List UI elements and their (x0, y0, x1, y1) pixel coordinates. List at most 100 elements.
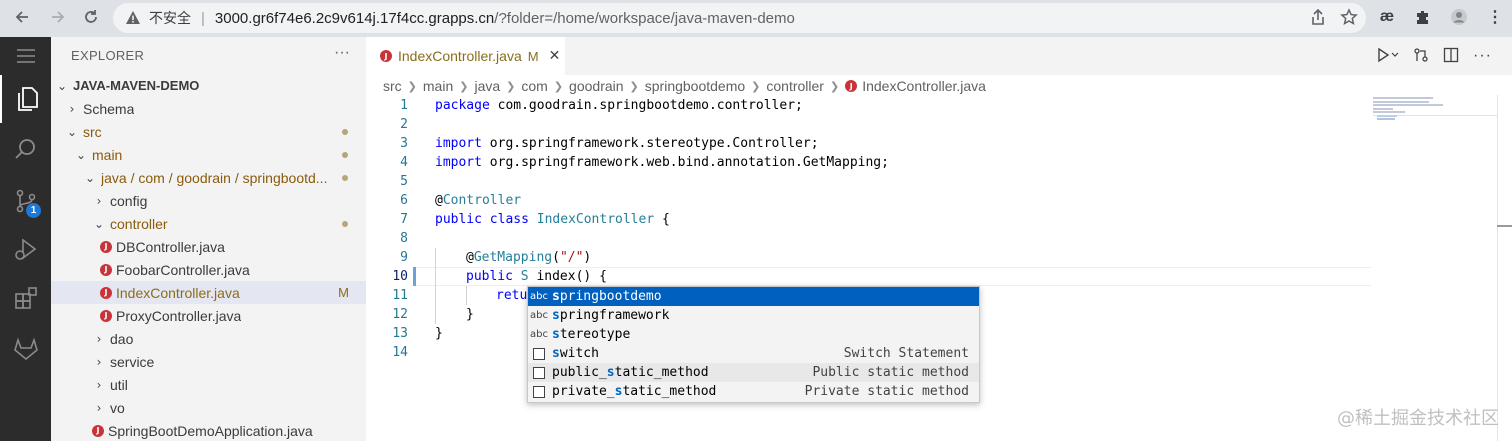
back-icon[interactable] (10, 5, 34, 29)
code-line: @Controller (435, 191, 521, 210)
line-number: 1 (400, 98, 408, 113)
address-bar[interactable]: 不安全 | 3000.gr6f74e6.2c9v614j.17f4cc.grap… (113, 3, 1366, 33)
snippet-icon (533, 347, 545, 360)
code-line: package com.goodrain.springbootdemo.cont… (435, 96, 803, 115)
keyword: retu (496, 288, 528, 303)
java-file-icon: J (380, 50, 392, 62)
chevron-down-icon: ⌄ (84, 170, 96, 185)
breadcrumb-item[interactable]: com (521, 78, 547, 94)
suggestion-item[interactable]: public_static_method Public static metho… (528, 363, 979, 382)
warning-icon[interactable] (123, 8, 143, 28)
tree-folder-main[interactable]: ⌄ main (51, 143, 366, 166)
breadcrumb-item[interactable]: goodrain (569, 78, 624, 94)
tree-label: JAVA-MAVEN-DEMO (73, 78, 200, 93)
more-actions-icon[interactable]: ··· (334, 44, 350, 62)
tree-root[interactable]: ⌄ JAVA-MAVEN-DEMO (51, 74, 366, 97)
url-host: 3000.gr6f74e6.2c9v614j.17f4cc.grapps.cn (214, 9, 495, 27)
breadcrumb-item[interactable]: main (423, 78, 453, 94)
text-word-icon: abc (530, 329, 548, 340)
modified-dot (342, 220, 348, 227)
activity-bar: 1 (0, 37, 51, 441)
tab-indexcontroller[interactable]: J IndexController.java M ✕ (366, 37, 565, 75)
breadcrumb-item[interactable]: controller (766, 78, 824, 94)
suggestion-detail: Private static method (804, 384, 969, 399)
tree-file-foobarcontroller[interactable]: J FoobarController.java (51, 258, 366, 281)
close-icon[interactable]: ✕ (549, 48, 561, 64)
extensions-icon[interactable] (0, 275, 51, 323)
minimap-line (1373, 97, 1433, 99)
tree-folder-controller[interactable]: ⌄ controller (51, 212, 366, 235)
breadcrumb-item[interactable]: IndexController.java (862, 78, 986, 94)
suggestion-item[interactable]: switch Switch Statement (528, 344, 979, 363)
tree-label: DBController.java (116, 238, 225, 255)
annotation: GetMapping (473, 250, 553, 265)
share-icon[interactable] (1310, 8, 1326, 30)
search-icon[interactable] (0, 125, 51, 173)
tree-label: java / com / goodrain / springbootd... (101, 169, 328, 186)
forward-icon[interactable] (46, 5, 70, 29)
modified-dot (342, 151, 348, 158)
tree-file-springbootdemoapplication[interactable]: J SpringBootDemoApplication.java (51, 419, 366, 442)
tree-folder-java-compact[interactable]: ⌄ java / com / goodrain / springbootd... (51, 166, 366, 189)
suggestion-item[interactable]: abc springframework (528, 306, 979, 325)
line-number: 5 (400, 174, 408, 189)
open-changes-icon[interactable] (1413, 47, 1429, 67)
minimap[interactable] (1373, 95, 1497, 145)
tree-label: config (110, 192, 148, 209)
tree-label: vo (110, 399, 125, 416)
tree-file-indexcontroller[interactable]: J IndexController.java M (51, 281, 366, 304)
code-text: ( (552, 250, 560, 265)
tree-folder-schema[interactable]: › Schema (51, 97, 366, 120)
line-number: 2 (400, 117, 408, 132)
tree-folder-vo[interactable]: › vo (51, 396, 366, 419)
code-line: retu (496, 286, 527, 305)
line-number: 9 (400, 250, 408, 265)
more-actions-icon[interactable]: ··· (1473, 47, 1492, 67)
extension-ae-icon[interactable]: æ (1376, 6, 1398, 28)
modified-status: M (338, 285, 349, 300)
code-line: public class IndexController { (435, 210, 670, 229)
suggestion-item[interactable]: private_static_method Private static met… (528, 382, 979, 401)
explorer-files-icon[interactable] (0, 75, 51, 123)
suggestion-item[interactable]: abc stereotype (528, 325, 979, 344)
tree-folder-service[interactable]: › service (51, 350, 366, 373)
chevron-right-icon: › (96, 193, 102, 208)
suggestion-item[interactable]: abc springbootdemo (528, 287, 979, 306)
tree-folder-src[interactable]: ⌄ src (51, 120, 366, 143)
vertical-scrollbar[interactable] (1497, 95, 1512, 441)
tree-folder-dao[interactable]: › dao (51, 327, 366, 350)
tree-file-proxycontroller[interactable]: J ProxyController.java (51, 304, 366, 327)
gitlab-icon[interactable] (0, 325, 51, 373)
tree-label: util (110, 376, 128, 393)
breadcrumb-item[interactable]: springbootdemo (645, 78, 745, 94)
minimap-line (1373, 108, 1393, 110)
suggestion-label: switch (552, 346, 599, 361)
breadcrumb-item[interactable]: java (474, 78, 500, 94)
extensions-puzzle-icon[interactable] (1412, 6, 1434, 28)
java-file-icon: J (100, 309, 112, 322)
at-sign: @ (466, 250, 474, 265)
at-sign: @ (435, 193, 443, 208)
run-debug-icon[interactable] (0, 225, 51, 273)
type-name: IndexController (536, 212, 655, 227)
bookmark-star-icon[interactable] (1340, 8, 1358, 30)
chevron-right-icon: ❯ (459, 79, 469, 93)
chevron-right-icon: ❯ (751, 79, 761, 93)
autocomplete-suggest-widget: abc springbootdemo abc springframework a… (527, 286, 980, 403)
snippet-icon (533, 366, 545, 379)
tree-label: main (92, 146, 123, 163)
menu-icon[interactable] (0, 37, 51, 75)
source-control-icon[interactable]: 1 (0, 177, 51, 225)
profile-avatar-icon[interactable] (1448, 6, 1470, 28)
split-editor-icon[interactable] (1443, 47, 1459, 67)
run-icon[interactable] (1377, 47, 1399, 67)
browser-menu-icon[interactable]: ⋮ (1484, 6, 1506, 28)
tree-folder-util[interactable]: › util (51, 373, 366, 396)
breadcrumb-item[interactable]: src (383, 78, 402, 94)
tree-file-dbcontroller[interactable]: J DBController.java (51, 235, 366, 258)
chevron-down-icon: ⌄ (93, 216, 105, 231)
tree-folder-config[interactable]: › config (51, 189, 366, 212)
reload-icon[interactable] (79, 5, 103, 29)
minimap-line (1373, 111, 1405, 113)
code-text: org.springframework.stereotype.Controlle… (481, 136, 819, 151)
